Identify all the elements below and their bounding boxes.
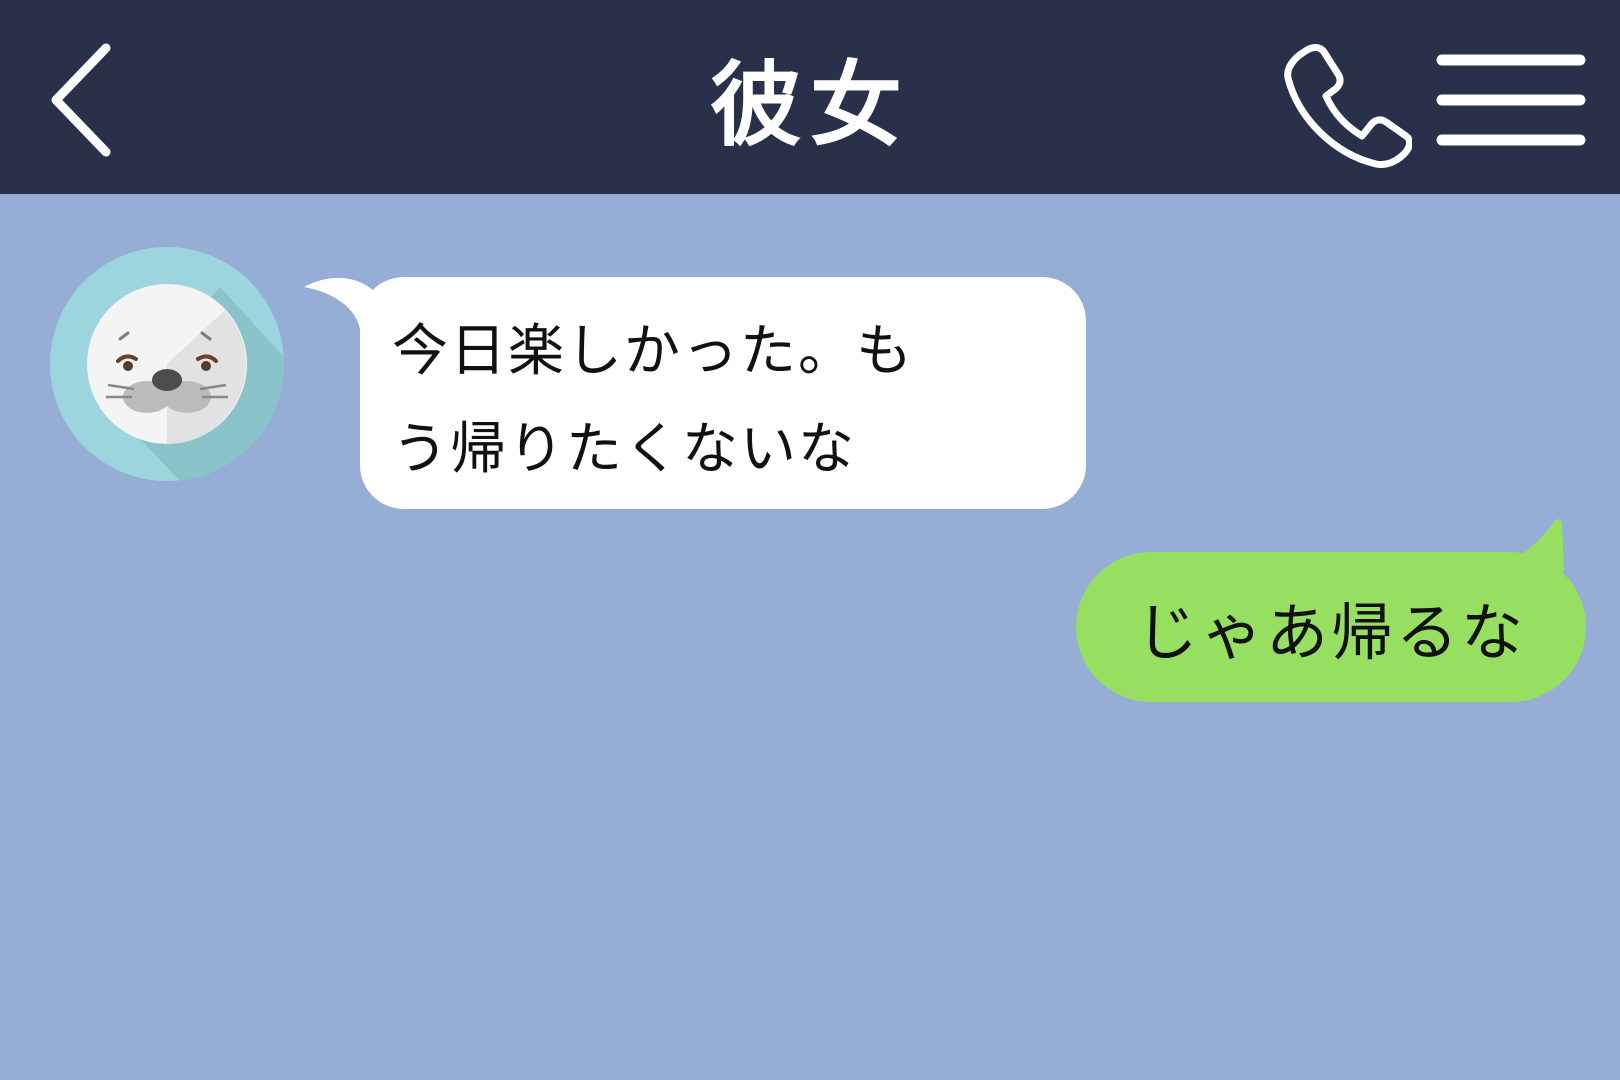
outgoing-message[interactable]: じゃあ帰るな xyxy=(1070,512,1590,702)
outgoing-message-text: じゃあ帰るな xyxy=(1076,552,1586,702)
seal-avatar-icon xyxy=(50,247,284,481)
contact-avatar[interactable] xyxy=(50,247,284,481)
incoming-message-text: 今日楽しかった。も う帰りたくないな xyxy=(360,277,1086,509)
incoming-message[interactable]: 今日楽しかった。も う帰りたくないな xyxy=(300,269,1090,509)
chat-area[interactable]: 今日楽しかった。も う帰りたくないな じゃあ帰るな xyxy=(0,194,1620,1080)
hamburger-menu-icon xyxy=(1436,54,1586,146)
menu-button[interactable] xyxy=(1436,48,1586,152)
phone-icon xyxy=(1284,44,1414,168)
call-button[interactable] xyxy=(1282,38,1414,168)
chat-header: 彼女 xyxy=(0,0,1620,194)
